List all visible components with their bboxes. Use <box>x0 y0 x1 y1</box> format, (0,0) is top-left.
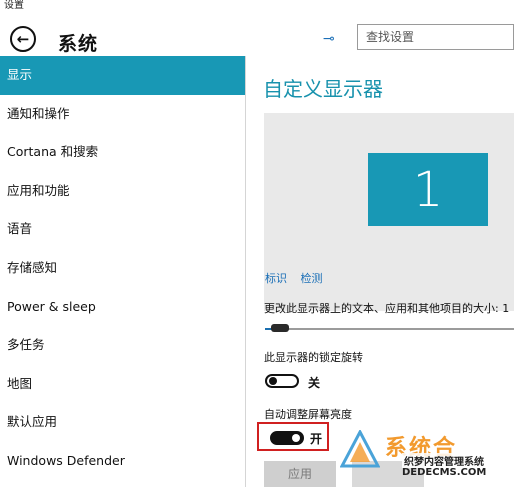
sidebar-item-storage[interactable]: 存储感知 <box>0 249 245 288</box>
sidebar-item-multitasking[interactable]: 多任务 <box>0 326 245 365</box>
auto-brightness-label: 自动调整屏幕亮度 <box>264 408 352 421</box>
identify-link[interactable]: 标识 <box>265 272 287 285</box>
settings-window: 设置 ← 系统 ⊸ 查找设置 显示 通知和操作 Cortana 和搜索 应用和功… <box>0 0 514 487</box>
toggle-knob <box>292 434 300 442</box>
header: ← 系统 ⊸ 查找设置 <box>0 14 514 60</box>
slider-thumb[interactable] <box>271 324 289 332</box>
sidebar-item-apps[interactable]: 应用和功能 <box>0 172 245 211</box>
orientation-lock-label: 此显示器的锁定旋转 <box>264 351 363 364</box>
toggle-knob <box>269 377 277 385</box>
watermark-line1: 织梦内容管理系统 <box>402 453 486 468</box>
auto-brightness-toggle[interactable] <box>270 431 304 445</box>
sidebar-item-notifications[interactable]: 通知和操作 <box>0 95 245 134</box>
pin-icon[interactable]: ⊸ <box>323 31 335 47</box>
watermark-line2: DEDECMS.COM <box>402 467 487 478</box>
detect-link[interactable]: 检测 <box>301 272 323 285</box>
watermark-logo-icon <box>340 430 380 468</box>
orientation-lock-state: 关 <box>308 376 321 390</box>
back-arrow-icon[interactable]: ← <box>10 26 36 52</box>
scale-slider[interactable] <box>265 323 514 337</box>
sidebar-item-cortana[interactable]: Cortana 和搜索 <box>0 133 245 172</box>
window-title: 设置 <box>0 0 514 14</box>
orientation-lock-toggle[interactable] <box>265 374 299 388</box>
auto-brightness-state: 开 <box>310 432 323 446</box>
sidebar-item-defender[interactable]: Windows Defender <box>0 442 245 481</box>
sidebar-item-default-apps[interactable]: 默认应用 <box>0 403 245 442</box>
main-panel: 自定义显示器 1 标识 检测 更改此显示器上的文本、应用和其他项目的大小: 1 … <box>247 56 514 487</box>
slider-track <box>265 328 514 330</box>
search-input[interactable]: 查找设置 <box>357 24 514 50</box>
sidebar: 显示 通知和操作 Cortana 和搜索 应用和功能 语音 存储感知 Power… <box>0 56 246 487</box>
sidebar-item-speech[interactable]: 语音 <box>0 210 245 249</box>
scale-label: 更改此显示器上的文本、应用和其他项目的大小: 1 <box>264 302 510 315</box>
sidebar-item-maps[interactable]: 地图 <box>0 365 245 404</box>
sidebar-item-power[interactable]: Power & sleep <box>0 288 245 327</box>
section-title: 自定义显示器 <box>263 77 383 101</box>
sidebar-item-display[interactable]: 显示 <box>0 56 245 95</box>
display-links: 标识 检测 <box>265 270 333 286</box>
page-title: 系统 <box>58 33 99 55</box>
monitor-tile[interactable]: 1 <box>368 153 488 226</box>
apply-button[interactable]: 应用 <box>264 461 336 487</box>
